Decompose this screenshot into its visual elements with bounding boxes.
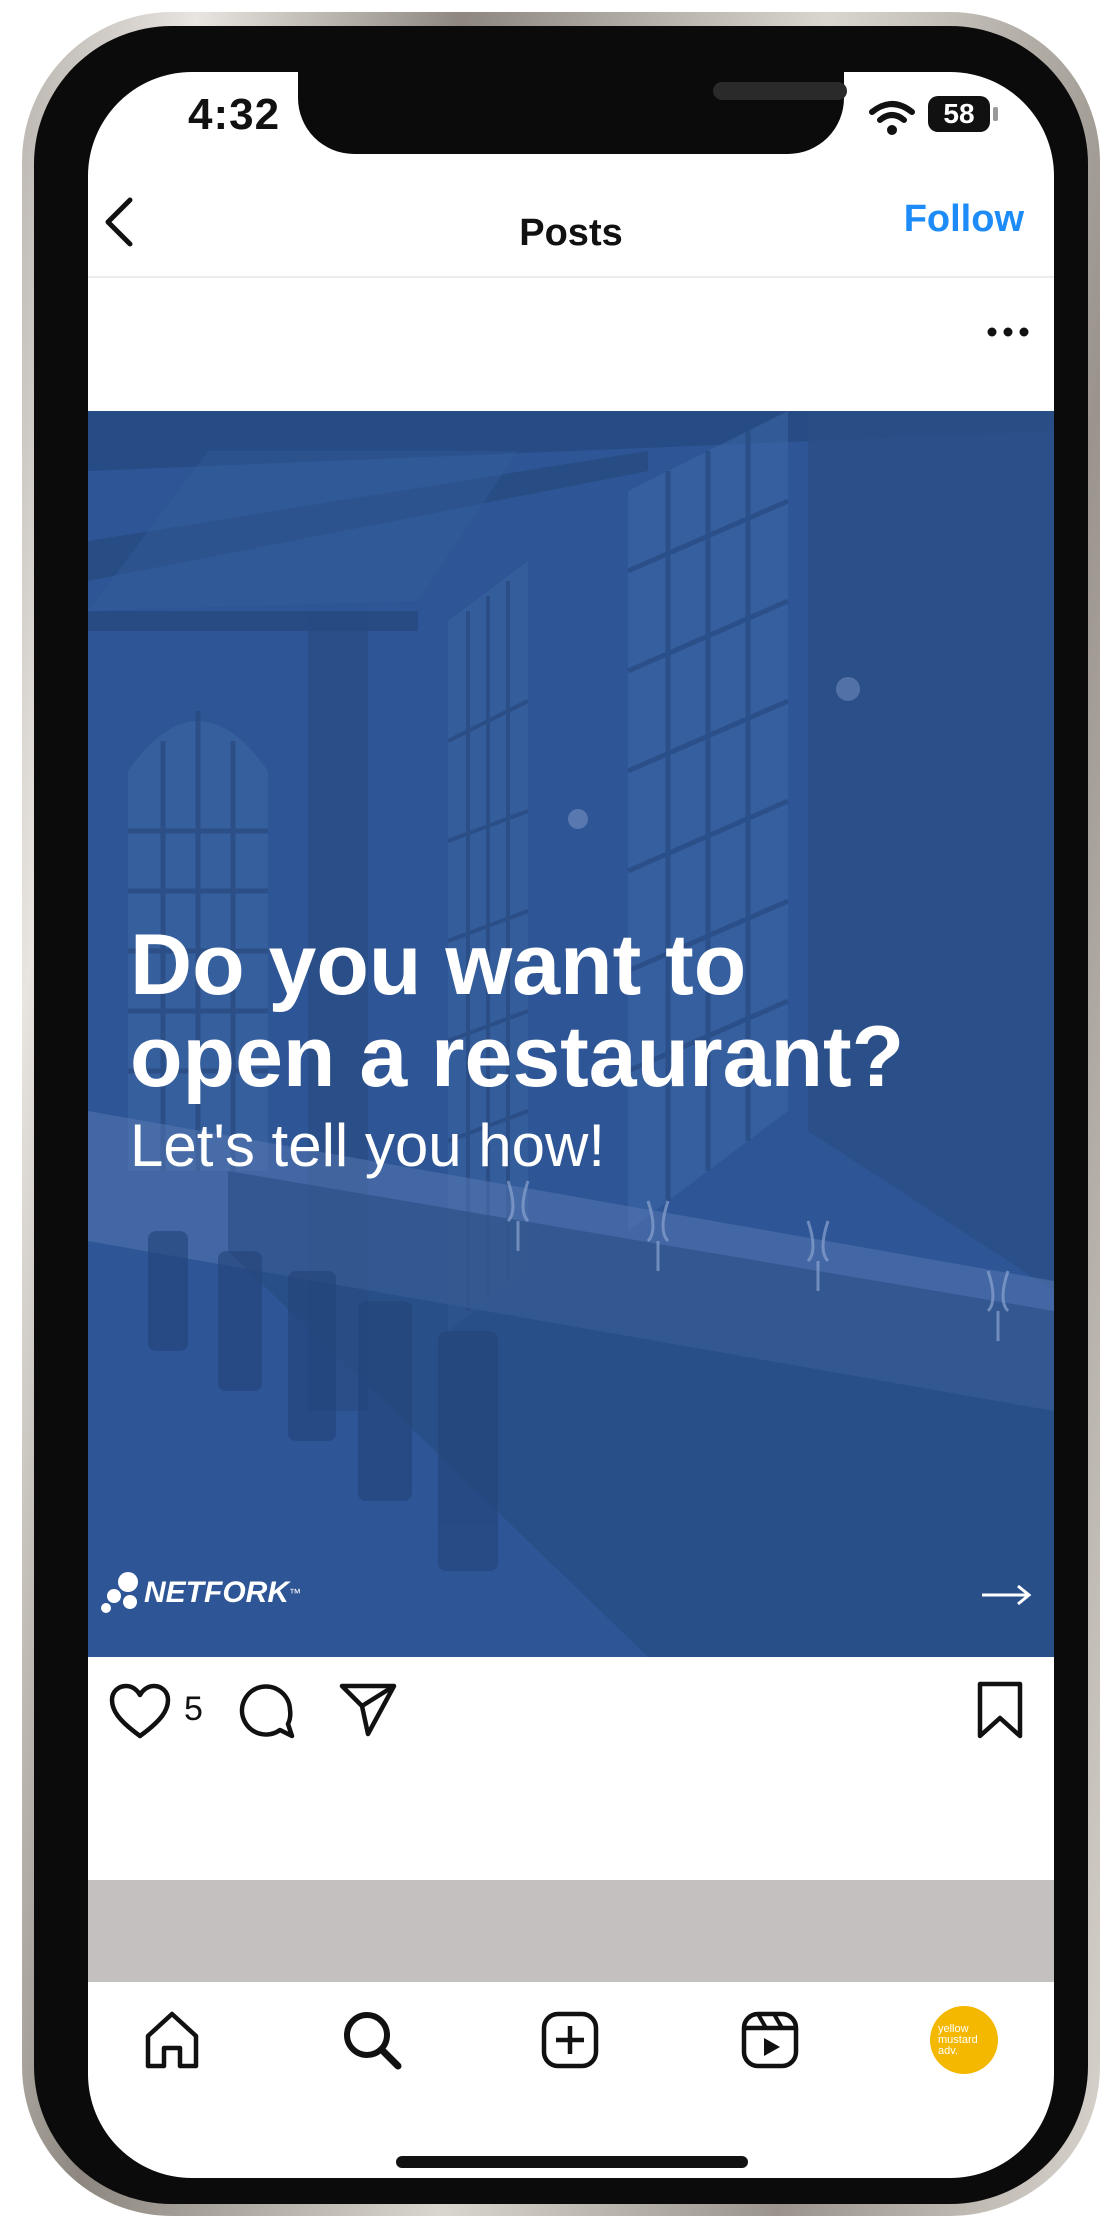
more-options-icon[interactable] (986, 324, 1030, 340)
home-indicator[interactable] (396, 2156, 748, 2168)
headline-line-1: Do you want to (130, 917, 747, 1013)
like-count: 5 (184, 1690, 203, 1728)
wifi-icon (869, 101, 915, 135)
headline-line-2: open a restaurant? (130, 1009, 905, 1105)
profile-avatar[interactable]: yellow mustard adv. (930, 2006, 998, 2074)
arrow-right-icon[interactable] (980, 1583, 1032, 1607)
send-icon[interactable] (338, 1680, 398, 1738)
bookmark-icon[interactable] (974, 1680, 1026, 1740)
brand-name: NETFORK (144, 1576, 289, 1609)
speaker (713, 82, 847, 100)
avatar-text-1: yellow (938, 2022, 969, 2035)
search-icon[interactable] (340, 2008, 404, 2072)
post-headline: Do you want to open a restaurant? (130, 919, 1030, 1103)
brand-logo: NETFORK ™ (100, 1569, 301, 1617)
post-image[interactable]: Do you want to open a restaurant? Let's … (88, 411, 1054, 1657)
phone-screen: 4:32 58 Posts Follow Do you want to open… (88, 72, 1054, 2178)
next-post-preview (88, 1880, 1054, 1982)
create-post-icon[interactable] (538, 2008, 602, 2072)
notch (298, 72, 847, 154)
reels-icon[interactable] (738, 2008, 802, 2072)
header-divider (88, 276, 1054, 278)
comment-icon[interactable] (236, 1680, 296, 1740)
follow-button[interactable]: Follow (904, 198, 1024, 241)
brand-trademark: ™ (289, 1586, 301, 1600)
battery-cap (993, 107, 998, 121)
battery-level: 58 (943, 98, 975, 129)
brand-dots-icon (101, 1572, 138, 1613)
home-icon[interactable] (140, 2008, 204, 2072)
post-subline: Let's tell you how! (130, 1112, 606, 1179)
avatar-text-2: mustard (938, 2033, 978, 2046)
battery-icon: 58 (928, 96, 990, 132)
heart-icon[interactable] (108, 1682, 172, 1740)
avatar-text-3: adv. (938, 2044, 958, 2057)
status-time: 4:32 (188, 90, 281, 139)
